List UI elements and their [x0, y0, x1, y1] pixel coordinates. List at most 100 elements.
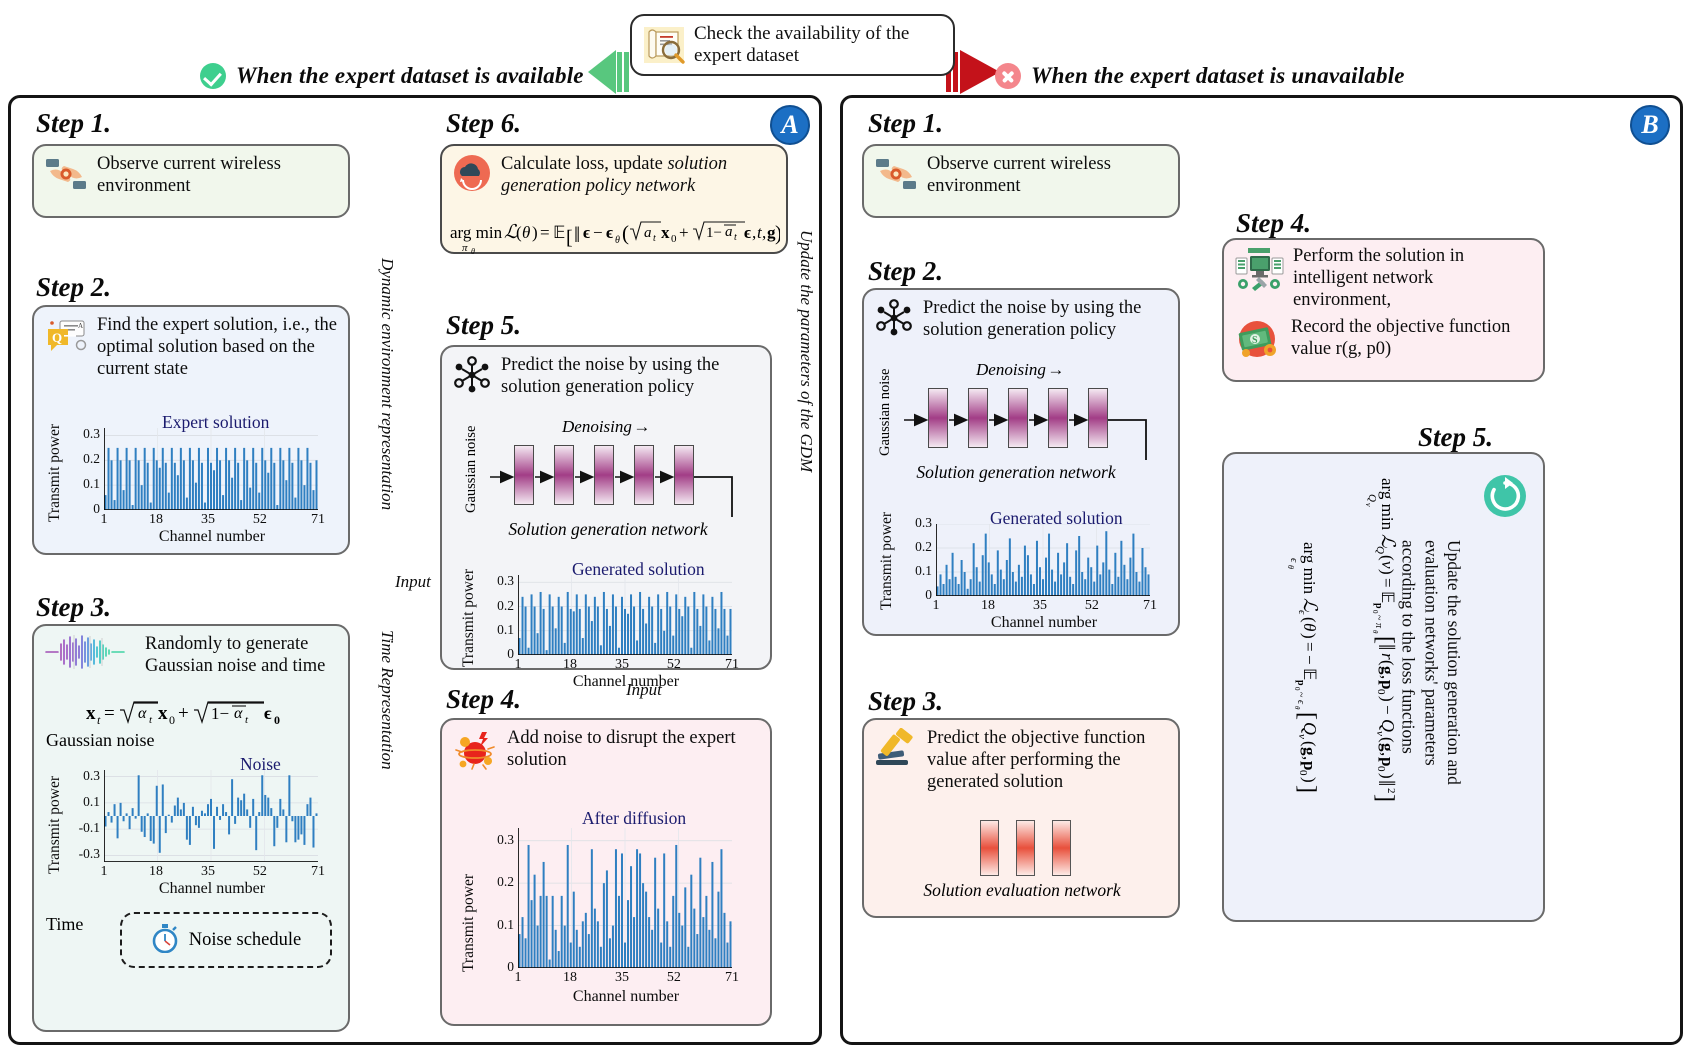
chart-ytick: 0.3	[83, 767, 100, 783]
svg-text:t: t	[734, 232, 737, 243]
chart-xtick: 35	[1032, 598, 1047, 613]
card-a-step2: A Q Find the expert solution, i.e., the …	[32, 305, 350, 555]
svg-text:=: =	[1378, 578, 1397, 588]
chart-ytick: -0.1	[78, 820, 100, 836]
eval-block	[1016, 820, 1035, 876]
chart-generated-solution-a: Transmit power Generated solution Channe…	[456, 559, 764, 695]
svg-text:a: a	[644, 225, 652, 241]
svg-text:ϵ: ϵ	[1296, 610, 1308, 615]
chart-noise-ylabel: Transmit power	[46, 775, 63, 874]
chart-xtick: 71	[311, 864, 325, 879]
svg-text:v: v	[1296, 734, 1308, 739]
solution-generation-network-label-b: Solution generation network	[916, 462, 1116, 482]
chart-ytick: 0.3	[83, 426, 100, 442]
scroll-magnifier-icon	[642, 24, 688, 66]
label-expert-unavailable: When the expert dataset is unavailable	[995, 63, 1405, 89]
svg-text:): )	[1300, 633, 1319, 639]
chart-ytick: 0.1	[915, 563, 932, 578]
card-a-step1: Observe current wireless environment	[32, 144, 350, 218]
svg-text:x: x	[661, 223, 670, 242]
waveform-icon	[44, 634, 136, 675]
svg-text:,: ,	[762, 223, 766, 242]
chart-xtick: 35	[614, 970, 629, 985]
card-a-step3: Randomly to generate Gaussian noise and …	[32, 624, 350, 1032]
svg-text:−: −	[593, 223, 603, 242]
chart-xtick: 18	[562, 657, 577, 672]
card-a-step6-text: Calculate loss, update solution generati…	[501, 154, 776, 198]
card-b-step2-text: Predict the noise by using the solution …	[923, 298, 1142, 340]
denoise-strip-b: Gaussian noise Denoising →	[864, 360, 1182, 460]
svg-text:x: x	[158, 703, 168, 724]
svg-text:a: a	[725, 224, 733, 240]
svg-text:): )	[1378, 569, 1397, 575]
svg-text:ϵ: ϵ	[264, 703, 272, 723]
chart-gen-b-xlabel: Channel number	[990, 614, 1098, 631]
chart-ytick: 0.3	[915, 515, 932, 530]
noise-schedule-box: Noise schedule	[120, 912, 332, 968]
svg-text:Q: Q	[1366, 494, 1378, 502]
svg-text:+: +	[679, 223, 689, 242]
x-circle-icon	[995, 63, 1021, 89]
question-answer-icon: A Q	[44, 315, 88, 362]
chart-diff-ylabel: Transmit power	[460, 873, 477, 972]
svg-text:(: (	[622, 221, 629, 245]
step-label-b2: Step 2.	[868, 256, 944, 286]
svg-text:π: π	[462, 242, 468, 254]
step-label-b4: Step 4.	[1236, 208, 1312, 238]
handshake-observe-icon	[874, 154, 918, 199]
svg-text:0: 0	[671, 233, 677, 245]
svg-text:): )	[775, 221, 780, 245]
card-b-step2: Predict the noise by using the solution …	[862, 288, 1180, 636]
svg-text:~: ~	[1373, 615, 1384, 621]
svg-text:ϵ: ϵ	[1295, 700, 1306, 705]
edge-label-input-2: Input	[626, 680, 662, 699]
step-label-a3: Step 3.	[36, 592, 112, 622]
network-nodes-icon	[452, 355, 492, 400]
chart-xtick: 35	[200, 864, 215, 879]
svg-text:t: t	[149, 714, 153, 726]
handshake-observe-icon	[44, 154, 88, 199]
svg-text:=: =	[104, 703, 115, 724]
chart-xtick: 1	[100, 864, 108, 879]
card-a-step3-formula: x t = α t x 0 + 1− α t ϵ 0	[86, 694, 296, 733]
svg-text:π: π	[1373, 623, 1384, 629]
server-gears-icon	[1234, 246, 1284, 299]
svg-text:v: v	[1364, 503, 1373, 507]
step-label-a1: Step 1.	[36, 108, 112, 138]
svg-text:1−: 1−	[706, 225, 722, 241]
edge-label-time-representation: Time Representation	[378, 630, 397, 770]
svg-text:𝔼: 𝔼	[1300, 668, 1319, 680]
svg-text:): )	[532, 223, 538, 242]
svg-text:−: −	[1300, 655, 1319, 665]
chart-xtick: 52	[666, 657, 681, 672]
svg-text:r: r	[1378, 653, 1397, 660]
svg-text:‖: ‖	[574, 222, 580, 247]
card-b-step1-text: Observe current wireless environment	[927, 154, 1111, 196]
svg-text:,: ,	[1378, 752, 1397, 756]
chart-ytick: 0.2	[83, 451, 100, 467]
check-availability-box: Check the availability of the expert dat…	[630, 14, 955, 76]
card-a-step6: Calculate loss, update solution generati…	[440, 144, 788, 256]
svg-text:arg min: arg min	[1378, 478, 1397, 531]
step-label-a2: Step 2.	[36, 272, 112, 302]
chart-ytick: 0.1	[83, 793, 100, 809]
card-a-step6-formula: arg min π θ ℒ ( θ ) = 𝔼 [ ‖ ϵ − ϵ θ ( a …	[450, 212, 782, 261]
svg-text:α: α	[234, 705, 243, 722]
svg-text:Q: Q	[52, 330, 62, 345]
step-label-a4: Step 4.	[446, 684, 522, 714]
svg-text:‖: ‖	[1374, 644, 1398, 650]
gavel-icon	[874, 727, 918, 773]
card-b-step1: Observe current wireless environment	[862, 144, 1180, 218]
svg-text:t: t	[97, 713, 101, 727]
chart-xtick: 18	[562, 970, 577, 985]
svg-text:g: g	[1378, 743, 1397, 752]
card-a-step6-text-plain: Calculate loss, update	[501, 154, 668, 174]
svg-text:=: =	[540, 223, 550, 242]
chart-xtick: 18	[148, 864, 163, 879]
chart-xtick: 71	[725, 970, 739, 985]
card-a-step5: Predict the noise by using the solution …	[440, 345, 772, 690]
card-b-step5-text: Update the solution generation and evalu…	[1398, 540, 1465, 785]
svg-text:0: 0	[1375, 766, 1387, 772]
card-b-step4: Perform the solution in intelligent netw…	[1222, 238, 1545, 382]
svg-text:ϵ: ϵ	[583, 223, 590, 242]
